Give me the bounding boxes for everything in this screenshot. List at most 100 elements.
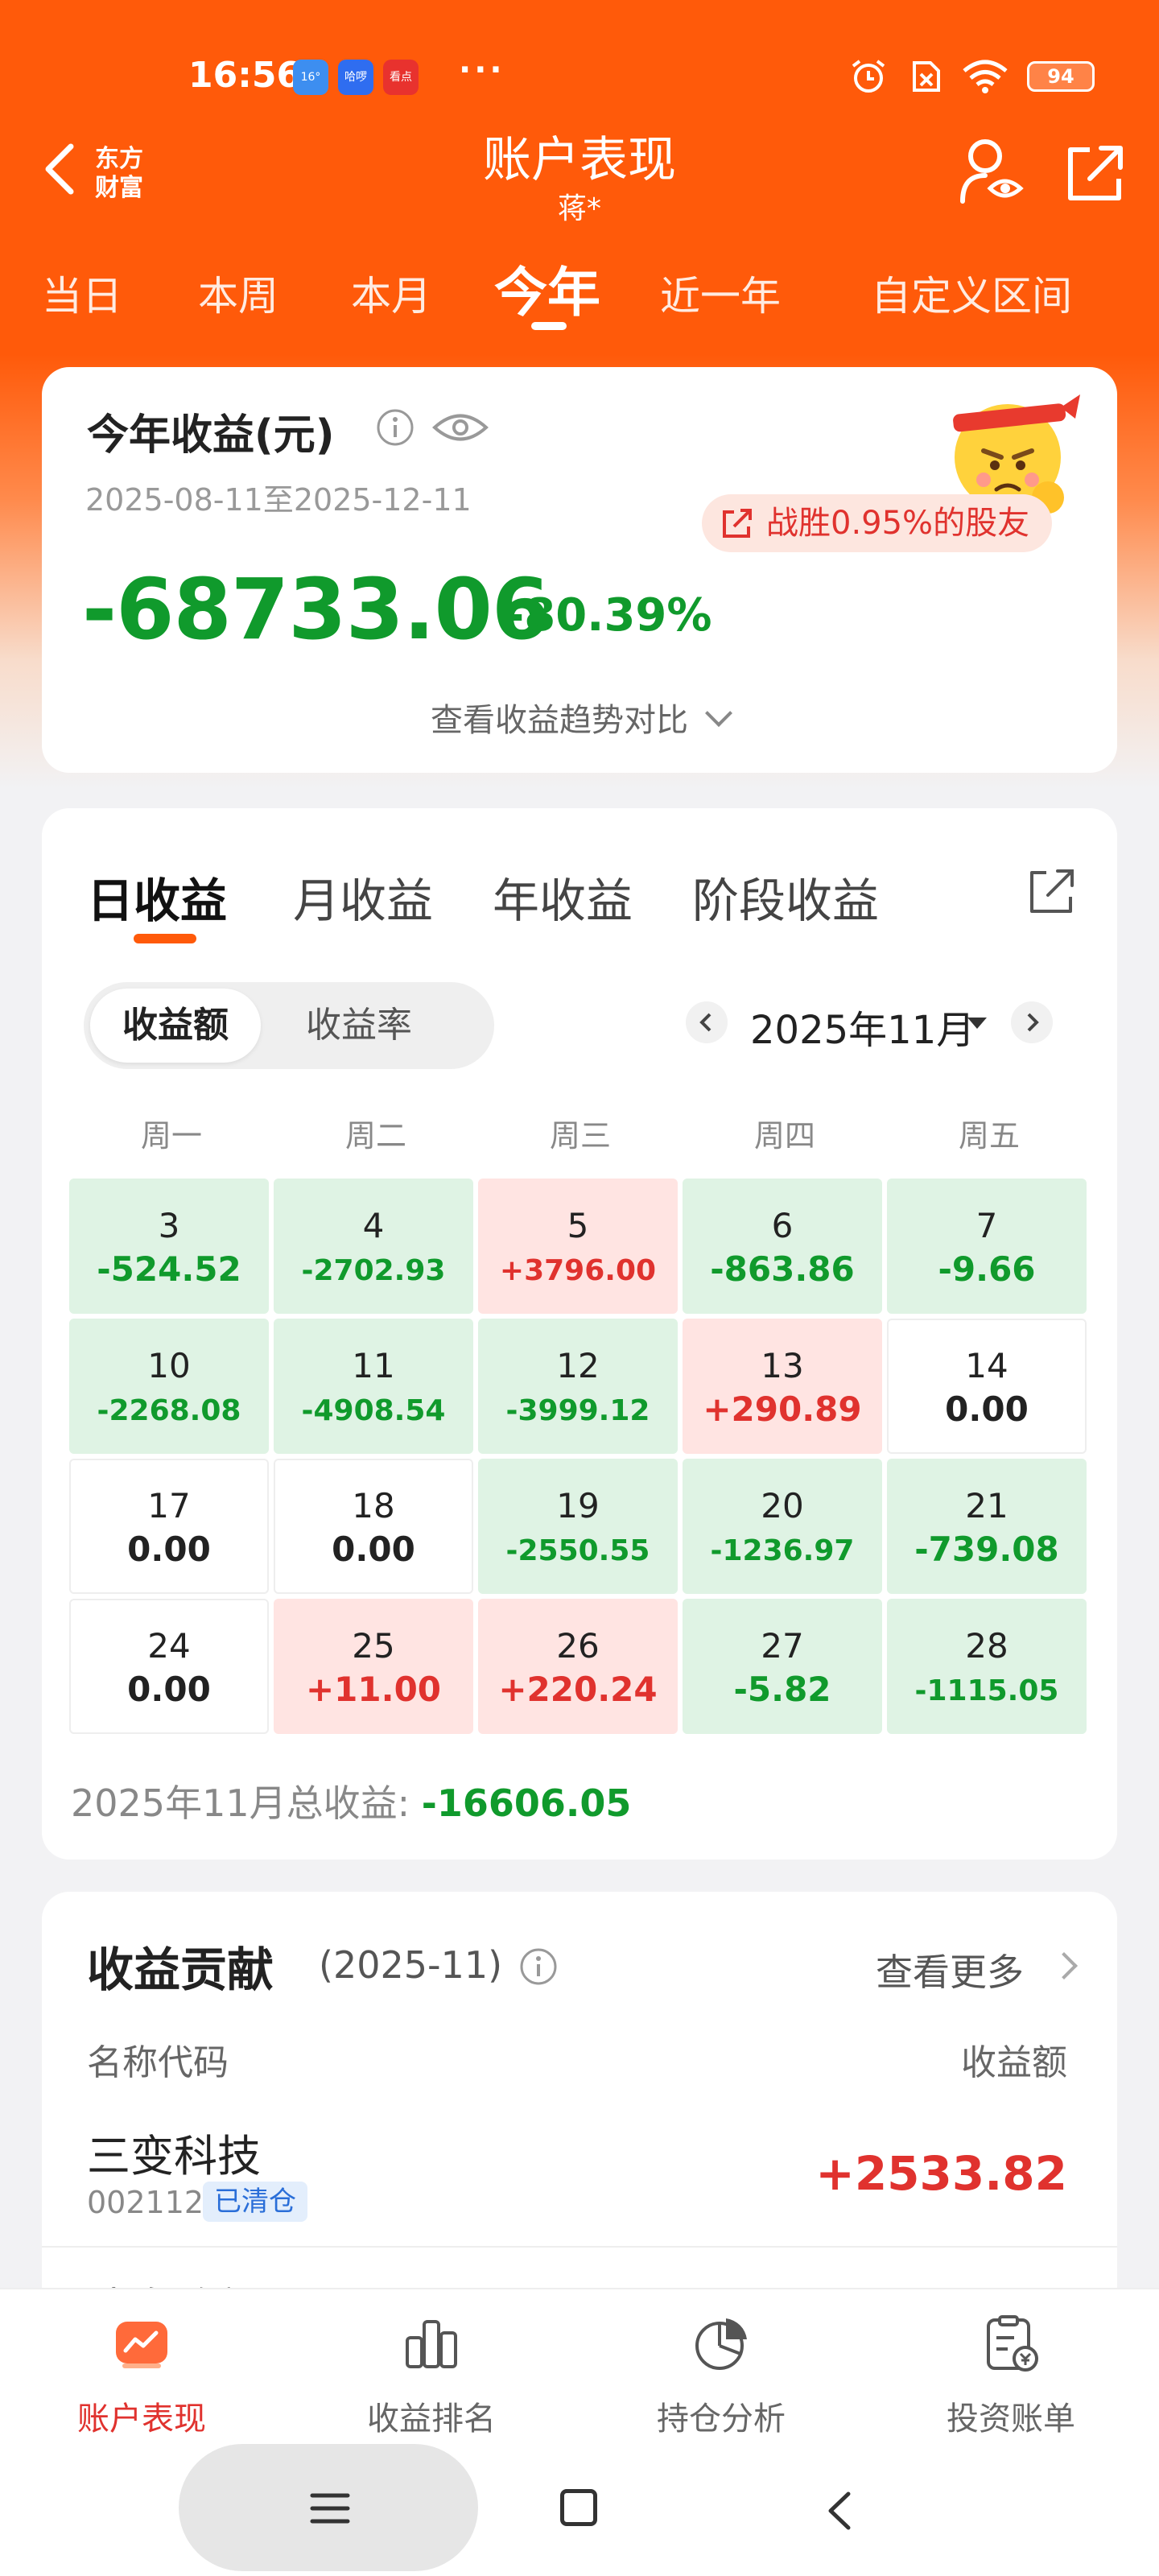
tab-daily-earnings[interactable]: 日收益 (87, 863, 227, 931)
earnings-card: 日收益 月收益 年收益 阶段收益 收益额 收益率 2025年11月 周一 周二 … (42, 808, 1117, 1860)
next-month-button[interactable] (1011, 1001, 1053, 1043)
calendar-day-cell[interactable]: 4 -2702.93 (274, 1179, 473, 1314)
calendar-day-cell[interactable]: 10 -2268.08 (69, 1319, 269, 1454)
calendar-day-value: -3999.12 (505, 1394, 650, 1427)
share-icon[interactable] (1025, 866, 1077, 918)
year-profit-percent: -80.39% (505, 589, 712, 642)
calendar-day-cell[interactable]: 3 -524.52 (69, 1179, 269, 1314)
nav-label: 收益排名 (367, 2401, 496, 2438)
system-back-icon[interactable] (819, 2489, 858, 2533)
calendar-day-value: 0.00 (127, 1530, 211, 1569)
calendar-day-value: -863.86 (710, 1249, 855, 1289)
calendar-day-cell[interactable]: 5 +3796.00 (478, 1179, 678, 1314)
weekday-mon: 周一 (140, 1118, 202, 1154)
calendar-day-cell[interactable]: 18 0.00 (274, 1459, 473, 1594)
calendar-day-cell[interactable]: 17 0.00 (69, 1459, 269, 1594)
stock-profit: +2533.82 (815, 2146, 1067, 2201)
weather-app-icon: 16° (293, 60, 328, 95)
calendar-day-cell[interactable]: 11 -4908.54 (274, 1319, 473, 1454)
weekday-wed: 周三 (549, 1118, 611, 1154)
calendar-day-number: 4 (362, 1206, 385, 1245)
segment-amount[interactable]: 收益额 (90, 989, 261, 1063)
hello-app-icon: 哈啰 (338, 60, 373, 95)
beat-badge[interactable]: 战胜0.95%的股友 (702, 494, 1053, 552)
prev-month-button[interactable] (686, 1001, 728, 1043)
calendar-day-cell[interactable]: 19 -2550.55 (478, 1459, 678, 1594)
status-system-icons: 94 (848, 58, 1095, 95)
weekday-fri: 周五 (958, 1118, 1020, 1154)
calendar-day-cell[interactable]: 14 0.00 (887, 1319, 1087, 1454)
status-more-dots: ··· (459, 52, 505, 89)
calendar-day-cell[interactable]: 13 +290.89 (683, 1319, 882, 1454)
calendar-day-number: 18 (352, 1486, 395, 1525)
calendar-day-value: +3796.00 (499, 1254, 657, 1287)
tab-today[interactable]: 当日 (42, 264, 122, 322)
calendar-day-cell[interactable]: 26 +220.24 (478, 1599, 678, 1734)
bar-chart-icon (406, 2320, 457, 2368)
chevron-down-icon (705, 700, 732, 727)
nav-bar: 东方 财富 账户表现 蒋* (0, 113, 1159, 225)
eye-icon[interactable] (431, 407, 489, 448)
info-icon[interactable] (518, 1946, 559, 1987)
nav-holdings-analysis[interactable]: 持仓分析 (600, 2314, 842, 2439)
tab-week[interactable]: 本周 (198, 264, 278, 322)
calendar-day-cell[interactable]: 20 -1236.97 (683, 1459, 882, 1594)
chevron-right-icon[interactable] (1050, 1952, 1078, 1979)
calendar-day-cell[interactable]: 24 0.00 (69, 1599, 269, 1734)
tab-monthly-earnings[interactable]: 月收益 (293, 863, 433, 931)
nav-investment-bill[interactable]: 投资账单 (890, 2314, 1132, 2439)
tab-custom-range[interactable]: 自定义区间 (871, 264, 1072, 322)
calendar-day-value: +290.89 (703, 1389, 862, 1429)
view-more-link[interactable]: 查看更多 (876, 1943, 1024, 1996)
calendar-day-value: -4908.54 (301, 1394, 446, 1427)
nav-label: 投资账单 (947, 2401, 1075, 2438)
stock-code: 002112 (87, 2185, 204, 2220)
share-icon[interactable] (1062, 142, 1127, 206)
pie-chart-icon (695, 2318, 747, 2370)
contribution-period: (2025-11) (319, 1943, 503, 1987)
home-icon[interactable] (560, 2489, 597, 2526)
beat-text: 战胜0.95%的股友 (766, 505, 1030, 542)
contribution-card: 收益贡献 (2025-11) 查看更多 名称代码 收益额 三变科技 002112… (42, 1892, 1117, 2334)
month-selector[interactable]: 2025年11月 (750, 998, 975, 1055)
tab-stage-earnings[interactable]: 阶段收益 (692, 863, 879, 931)
month-total-label: 2025年11月总收益: (71, 1781, 422, 1825)
calendar-day-cell[interactable]: 28 -1115.05 (887, 1599, 1087, 1734)
calendar-day-value: 0.00 (945, 1389, 1029, 1429)
nav-label: 持仓分析 (657, 2401, 786, 2438)
calendar-day-value: -1115.05 (914, 1674, 1059, 1707)
menu-icon[interactable] (309, 2491, 351, 2526)
calendar-day-value: +220.24 (498, 1670, 658, 1709)
stock-name[interactable]: 三变科技 (87, 2120, 261, 2184)
calendar-day-value: -739.08 (914, 1530, 1059, 1569)
nav-ranking[interactable]: 收益排名 (311, 2314, 552, 2439)
earnings-tab-indicator (134, 934, 196, 943)
calendar-day-cell[interactable]: 25 +11.00 (274, 1599, 473, 1734)
tab-yearly-earnings[interactable]: 年收益 (493, 863, 633, 931)
calendar-day-cell[interactable]: 27 -5.82 (683, 1599, 882, 1734)
calendar-day-value: -2702.93 (301, 1254, 446, 1287)
news-app-icon: 看点 (383, 60, 419, 95)
info-icon[interactable] (375, 407, 415, 448)
trend-compare-link[interactable]: 查看收益趋势对比 (42, 694, 1117, 741)
user-view-icon[interactable] (958, 135, 1025, 208)
tab-year[interactable]: 今年 (494, 250, 600, 327)
caret-down-icon[interactable] (967, 1018, 987, 1029)
chart-up-icon (116, 2322, 167, 2368)
calendar-day-value: 0.00 (127, 1670, 211, 1709)
calendar-day-cell[interactable]: 12 -3999.12 (478, 1319, 678, 1454)
tab-last-year[interactable]: 近一年 (660, 264, 781, 322)
segment-rate[interactable]: 收益率 (274, 989, 444, 1063)
calendar-day-cell[interactable]: 7 -9.66 (887, 1179, 1087, 1314)
month-total-value: -16606.05 (421, 1781, 632, 1825)
calendar-day-number: 28 (965, 1626, 1008, 1666)
row-divider (42, 2246, 1117, 2248)
nav-account-performance[interactable]: 账户表现 (21, 2314, 262, 2439)
calendar-day-value: +11.00 (305, 1670, 442, 1709)
calendar-day-value: -9.66 (938, 1249, 1036, 1289)
calendar-day-number: 7 (975, 1206, 998, 1245)
tab-month[interactable]: 本月 (351, 264, 431, 322)
calendar-day-cell[interactable]: 21 -739.08 (887, 1459, 1087, 1594)
calendar-day-cell[interactable]: 6 -863.86 (683, 1179, 882, 1314)
calendar-day-number: 6 (771, 1206, 794, 1245)
